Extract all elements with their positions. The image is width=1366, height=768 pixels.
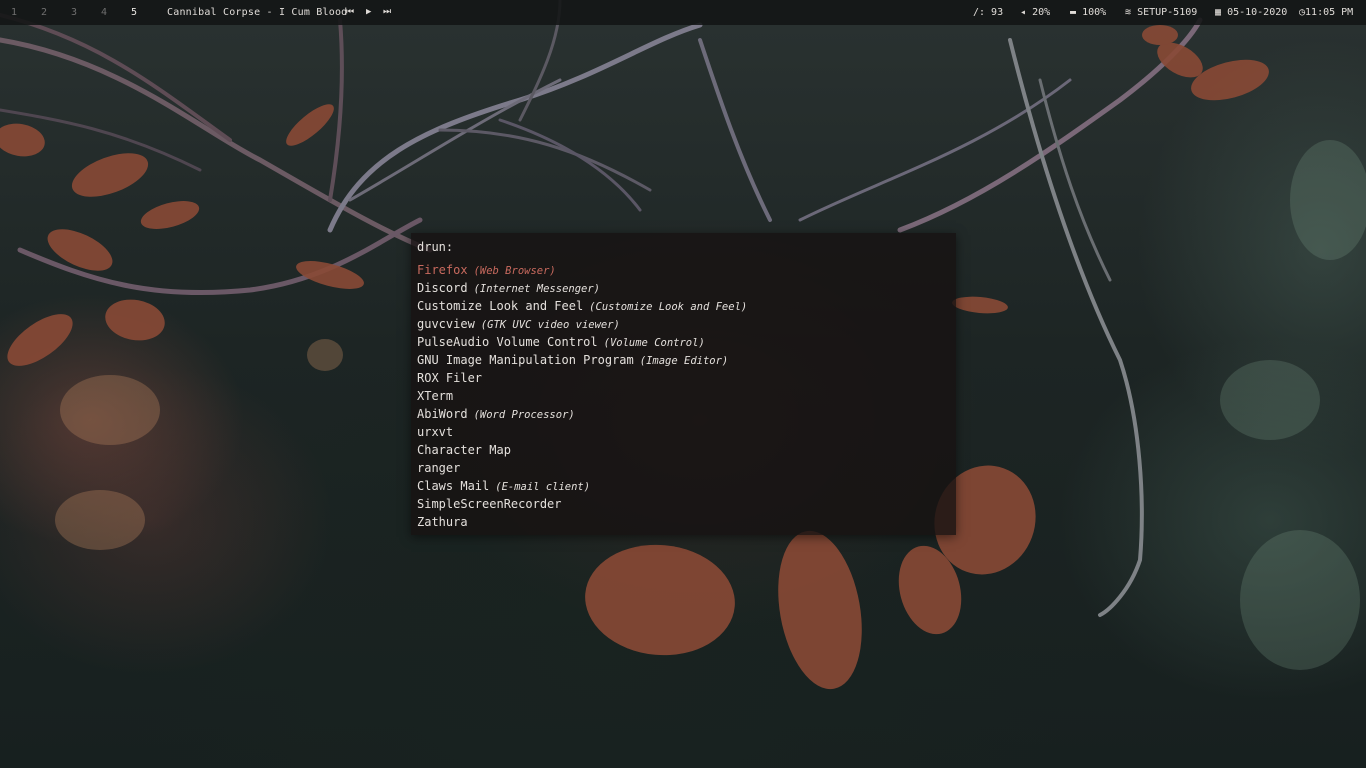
launcher-entry-name: GNU Image Manipulation Program	[417, 353, 634, 367]
launcher-entry[interactable]: AbiWord (Word Processor)	[411, 405, 956, 423]
launcher-entry[interactable]: PulseAudio Volume Control (Volume Control…	[411, 333, 956, 351]
launcher-entry[interactable]: SimpleScreenRecorder	[411, 495, 956, 513]
disk-usage: /: 93	[973, 7, 1004, 18]
launcher-entry-name: Claws Mail	[417, 479, 490, 493]
launcher-entry-name: XTerm	[417, 389, 454, 403]
volume-indicator[interactable]: ◂ 20%	[1020, 0, 1050, 25]
launcher-entry-description: (Web Browser)	[473, 265, 556, 277]
launcher-entry-description: (Internet Messenger)	[473, 283, 601, 295]
volume-value: 20%	[1032, 7, 1051, 18]
workspace-2[interactable]: 2	[41, 0, 47, 25]
launcher-entry[interactable]: Firefox (Web Browser)	[411, 261, 956, 279]
launcher-entry-name: Customize Look and Feel	[417, 299, 584, 313]
time-indicator: ◷11:05 PM	[1299, 0, 1353, 25]
launcher-entry-description: (E-mail client)	[495, 481, 591, 493]
launcher-entry[interactable]: Claws Mail (E-mail client)	[411, 477, 956, 495]
launcher-entry-name: Discord	[417, 281, 468, 295]
workspace-5-active[interactable]: 5	[131, 0, 137, 25]
play-icon[interactable]: ▶	[366, 0, 371, 25]
launcher-entry-description: (Customize Look and Feel)	[589, 301, 748, 313]
launcher-entry[interactable]: Character Map	[411, 441, 956, 459]
time-value: 11:05 PM	[1305, 7, 1354, 18]
launcher-entry[interactable]: Discord (Internet Messenger)	[411, 279, 956, 297]
top-status-bar: 1 2 3 4 5 Cannibal Corpse - I Cum Blood …	[0, 0, 1366, 25]
launcher-entry[interactable]: ROX Filer	[411, 369, 956, 387]
wifi-ssid: SETUP-5109	[1137, 7, 1198, 18]
launcher-entry-name: ROX Filer	[417, 371, 483, 385]
launcher-entry[interactable]: guvcview (GTK UVC video viewer)	[411, 315, 956, 333]
launcher-entry[interactable]: Customize Look and Feel (Customize Look a…	[411, 297, 956, 315]
date-indicator: ▦ 05-10-2020	[1215, 0, 1287, 25]
battery-indicator: ▬ 100%	[1070, 0, 1106, 25]
launcher-entry-description: (Volume Control)	[603, 337, 705, 349]
launcher-entry-name: guvcview	[417, 317, 475, 331]
workspace-4[interactable]: 4	[101, 0, 107, 25]
launcher-entry-list: Firefox (Web Browser) Discord (Internet Mes…	[411, 261, 956, 531]
launcher-entry-name: ranger	[417, 461, 461, 475]
launcher-entry-name: Character Map	[417, 443, 511, 457]
wifi-indicator[interactable]: ≋ SETUP-5109	[1125, 0, 1197, 25]
calendar-icon: ▦	[1215, 7, 1222, 18]
launcher-entry-name: Zathura	[417, 515, 468, 529]
launcher-prompt: drun:	[417, 240, 454, 254]
now-playing-title: Cannibal Corpse - I Cum Blood	[167, 7, 348, 18]
launcher-entry[interactable]: ranger	[411, 459, 956, 477]
battery-value: 100%	[1082, 7, 1107, 18]
battery-icon: ▬	[1070, 7, 1077, 18]
workspace-3[interactable]: 3	[71, 0, 77, 25]
launcher-entry[interactable]: urxvt	[411, 423, 956, 441]
launcher-entry[interactable]: GNU Image Manipulation Program (Image Edi…	[411, 351, 956, 369]
app-launcher-window: drun: Firefox (Web Browser) Discord (Intern…	[411, 233, 956, 535]
launcher-entry-name: Firefox	[417, 263, 468, 277]
next-track-icon[interactable]: ⏭	[383, 0, 391, 25]
launcher-entry-name: AbiWord	[417, 407, 468, 421]
previous-track-icon[interactable]: ⏮	[346, 0, 354, 25]
launcher-entry[interactable]: Zathura	[411, 513, 956, 531]
date-value: 05-10-2020	[1227, 7, 1288, 18]
launcher-entry-name: PulseAudio Volume Control	[417, 335, 598, 349]
launcher-entry-name: SimpleScreenRecorder	[417, 497, 562, 511]
workspace-1[interactable]: 1	[11, 0, 17, 25]
launcher-entry-description: (Image Editor)	[639, 355, 729, 367]
launcher-entry[interactable]: XTerm	[411, 387, 956, 405]
wifi-icon: ≋	[1125, 7, 1132, 18]
launcher-entry-description: (Word Processor)	[473, 409, 575, 421]
volume-icon: ◂	[1020, 7, 1027, 18]
launcher-search-input[interactable]	[461, 239, 941, 255]
launcher-entry-description: (GTK UVC video viewer)	[480, 319, 620, 331]
launcher-entry-name: urxvt	[417, 425, 454, 439]
